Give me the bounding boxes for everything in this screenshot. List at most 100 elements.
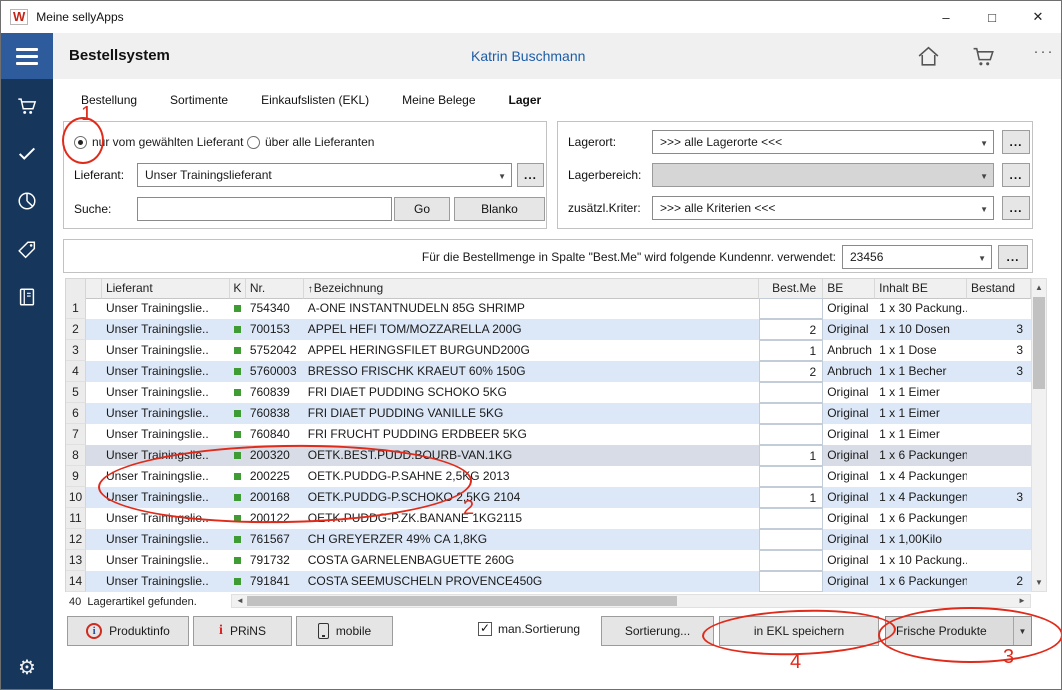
tab-einkaufslisten[interactable]: Einkaufslisten (EKL) xyxy=(261,93,369,107)
vertical-scrollbar[interactable]: ▲ ▼ xyxy=(1031,278,1047,592)
lieferant-more-button[interactable]: ... xyxy=(517,163,544,187)
cart-icon[interactable] xyxy=(15,94,39,118)
scroll-right-icon[interactable]: ► xyxy=(1015,595,1029,607)
radio-all-suppliers[interactable]: über alle Lieferanten xyxy=(247,135,374,149)
table-row[interactable]: 12Unser Trainingslie..761567CH GREYERZER… xyxy=(66,529,1031,550)
header-cart-icon[interactable] xyxy=(969,43,997,69)
bestme-input[interactable] xyxy=(759,571,823,592)
table-row[interactable]: 8Unser Trainingslie..200320OETK.BEST.PUD… xyxy=(66,445,1031,466)
checkmark-icon[interactable] xyxy=(15,141,39,165)
col-bezeichnung[interactable]: ↑Bezeichnung xyxy=(304,279,760,299)
lieferant-select[interactable]: Unser Trainingslieferant ▼ xyxy=(137,163,512,187)
col-lieferant[interactable]: Lieferant xyxy=(102,279,230,299)
table-row[interactable]: 13Unser Trainingslie..791732COSTA GARNEL… xyxy=(66,550,1031,571)
produktinfo-button[interactable]: i Produktinfo xyxy=(67,616,189,646)
bestme-input[interactable]: 1 xyxy=(759,487,823,508)
scroll-down-icon[interactable]: ▼ xyxy=(1032,575,1046,590)
table-row[interactable]: 10Unser Trainingslie..200168OETK.PUDDG-P… xyxy=(66,487,1031,508)
settings-gear-icon[interactable]: ⚙ xyxy=(1,655,53,680)
bestme-input[interactable]: 2 xyxy=(759,319,823,340)
row-number: 1 xyxy=(66,298,86,319)
scroll-up-icon[interactable]: ▲ xyxy=(1032,280,1046,295)
kundennr-select[interactable]: 23456 ▼ xyxy=(842,245,992,269)
lagerort-select[interactable]: >>> alle Lagerorte <<< ▼ xyxy=(652,130,994,154)
tab-lager[interactable]: Lager xyxy=(509,93,542,107)
bestme-input[interactable] xyxy=(759,424,823,445)
search-input[interactable] xyxy=(137,197,392,221)
bestme-input[interactable]: 1 xyxy=(759,445,823,466)
bestme-input[interactable] xyxy=(759,466,823,487)
close-button[interactable]: ✕ xyxy=(1015,1,1061,33)
tab-bestellung[interactable]: Bestellung xyxy=(81,93,137,107)
more-menu[interactable]: ··· xyxy=(1028,43,1060,60)
table-row[interactable]: 14Unser Trainingslie..791841COSTA SEEMUS… xyxy=(66,571,1031,592)
checkbox-icon xyxy=(478,622,492,636)
tab-sortimente[interactable]: Sortimente xyxy=(170,93,228,107)
bestme-input[interactable] xyxy=(759,550,823,571)
cell-inhalt: 1 x 1 Eimer xyxy=(875,424,967,445)
scroll-left-icon[interactable]: ◄ xyxy=(233,595,247,607)
vertical-scroll-thumb[interactable] xyxy=(1033,297,1045,389)
kriterien-select[interactable]: >>> alle Kriterien <<< ▼ xyxy=(652,196,994,220)
pie-chart-icon[interactable] xyxy=(15,189,39,213)
app-logo-icon: W xyxy=(10,9,28,25)
cell-be: Anbruch xyxy=(823,361,875,382)
blanko-button[interactable]: Blanko xyxy=(454,197,545,221)
table-row[interactable]: 5Unser Trainingslie..760839FRI DIAET PUD… xyxy=(66,382,1031,403)
cell-k xyxy=(230,550,246,571)
row-icon-cell xyxy=(86,382,102,403)
col-bestand[interactable]: Bestand xyxy=(967,279,1031,299)
table-row[interactable]: 2Unser Trainingslie..700153APPEL HEFI TO… xyxy=(66,319,1031,340)
col-k[interactable]: K xyxy=(230,279,246,299)
cell-lieferant: Unser Trainingslie.. xyxy=(102,319,230,340)
lagerort-more-button[interactable]: ... xyxy=(1002,130,1030,154)
bestme-input[interactable] xyxy=(759,298,823,319)
kriterien-more-button[interactable]: ... xyxy=(1002,196,1030,220)
bestme-input[interactable]: 2 xyxy=(759,361,823,382)
bestme-input[interactable] xyxy=(759,403,823,424)
mobile-button[interactable]: mobile xyxy=(296,616,393,646)
cell-k xyxy=(230,319,246,340)
go-button[interactable]: Go xyxy=(394,197,450,221)
col-be[interactable]: BE xyxy=(823,279,875,299)
table-row[interactable]: 11Unser Trainingslie..200122OETK.PUDDG-P… xyxy=(66,508,1031,529)
menu-icon[interactable] xyxy=(1,33,53,79)
horizontal-scroll-thumb[interactable] xyxy=(247,596,677,606)
minimize-button[interactable]: – xyxy=(923,1,969,33)
col-inhalt-be[interactable]: Inhalt BE xyxy=(875,279,967,299)
in-ekl-speichern-button[interactable]: in EKL speichern xyxy=(719,616,879,646)
cell-lieferant: Unser Trainingslie.. xyxy=(102,445,230,466)
table-row[interactable]: 3Unser Trainingslie..5752042APPEL HERING… xyxy=(66,340,1031,361)
bestme-input[interactable]: 1 xyxy=(759,340,823,361)
tab-bar: Bestellung Sortimente Einkaufslisten (EK… xyxy=(81,93,574,107)
bestme-input[interactable] xyxy=(759,529,823,550)
horizontal-scrollbar[interactable]: ◄ ► xyxy=(231,594,1031,608)
catalog-icon[interactable] xyxy=(15,285,39,309)
maximize-button[interactable]: □ xyxy=(969,1,1015,33)
col-bestme[interactable]: Best.Me xyxy=(759,279,823,299)
bestme-input[interactable] xyxy=(759,382,823,403)
radio-selected-supplier[interactable]: nur vom gewählten Lieferant xyxy=(74,135,243,149)
lagerbereich-more-button[interactable]: ... xyxy=(1002,163,1030,187)
home-icon[interactable] xyxy=(914,43,942,69)
table-row[interactable]: 7Unser Trainingslie..760840FRI FRUCHT PU… xyxy=(66,424,1031,445)
col-nr[interactable]: Nr. xyxy=(246,279,304,299)
price-tag-icon[interactable] xyxy=(15,238,39,262)
frische-produkte-dropdown[interactable]: Frische Produkte ▼ xyxy=(885,616,1032,646)
table-row[interactable]: 9Unser Trainingslie..200225OETK.PUDDG-P.… xyxy=(66,466,1031,487)
row-number: 8 xyxy=(66,445,86,466)
table-row[interactable]: 1Unser Trainingslie..754340A-ONE INSTANT… xyxy=(66,298,1031,319)
kundennr-more-button[interactable]: ... xyxy=(998,245,1028,269)
lagerbereich-select: ▼ xyxy=(652,163,994,187)
chevron-down-icon: ▼ xyxy=(978,254,986,263)
table-row[interactable]: 4Unser Trainingslie..5760003BRESSO FRISC… xyxy=(66,361,1031,382)
bestme-input[interactable] xyxy=(759,508,823,529)
cell-bezeichnung: OETK.PUDDG-P.ZK.BANANE 1KG2115 xyxy=(304,508,760,529)
table-row[interactable]: 6Unser Trainingslie..760838FRI DIAET PUD… xyxy=(66,403,1031,424)
sortierung-button[interactable]: Sortierung... xyxy=(601,616,714,646)
cell-bezeichnung: A-ONE INSTANTNUDELN 85G SHRIMP xyxy=(304,298,760,319)
man-sortierung-checkbox[interactable]: man.Sortierung xyxy=(478,622,580,636)
tab-meine-belege[interactable]: Meine Belege xyxy=(402,93,475,107)
prins-button[interactable]: i PRiNS xyxy=(193,616,292,646)
kriterien-value: >>> alle Kriterien <<< xyxy=(660,201,775,215)
